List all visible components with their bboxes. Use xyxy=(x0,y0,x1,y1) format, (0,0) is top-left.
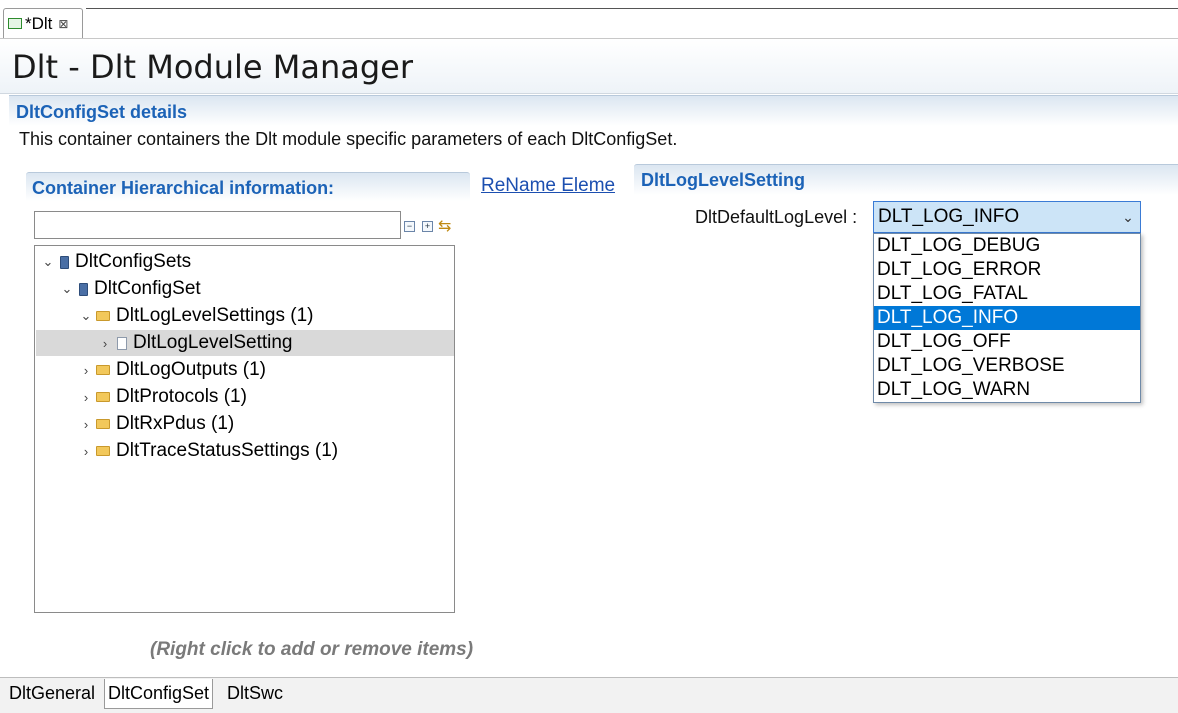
editor-tab-label: *Dlt xyxy=(25,13,53,33)
dropdown-option[interactable]: DLT_LOG_DEBUG xyxy=(874,234,1140,258)
section-description: This container containers the Dlt module… xyxy=(19,129,678,149)
tree-node-selected[interactable]: › DltLogLevelSetting xyxy=(36,330,454,356)
detail-title: DltLogLevelSetting xyxy=(641,170,806,190)
tree-node-label: DltConfigSet xyxy=(94,278,201,299)
page-title: Dlt - Dlt Module Manager xyxy=(12,48,414,86)
close-icon[interactable]: ⊠ xyxy=(58,17,68,31)
chevron-right-icon[interactable]: › xyxy=(78,390,94,405)
collapse-all-icon[interactable]: − xyxy=(404,221,415,232)
dropdown-option[interactable]: DLT_LOG_ERROR xyxy=(874,258,1140,282)
tree-hint: (Right click to add or remove items) xyxy=(150,639,474,660)
dropdown-option[interactable]: DLT_LOG_OFF xyxy=(874,330,1140,354)
tab-dltconfigset[interactable]: DltConfigSet xyxy=(104,679,214,709)
tree-node[interactable]: › DltLogOutputs (1) xyxy=(78,357,266,383)
rename-element-link[interactable]: ReName Elemen xyxy=(481,175,615,197)
chevron-right-icon[interactable]: › xyxy=(78,363,94,378)
chevron-right-icon[interactable]: › xyxy=(97,336,113,351)
tree-node-label: DltLogLevelSettings (1) xyxy=(116,305,314,326)
default-log-level-label: DltDefaultLogLevel : xyxy=(695,207,858,227)
expand-all-icon[interactable]: + xyxy=(422,221,433,232)
section-title: DltConfigSet details xyxy=(16,102,188,122)
chevron-down-icon[interactable]: ⌄ xyxy=(40,254,56,270)
dropdown-option-highlighted[interactable]: DLT_LOG_INFO xyxy=(874,306,1140,330)
module-icon xyxy=(60,255,69,269)
folder-icon xyxy=(96,311,110,321)
folder-icon xyxy=(96,365,110,375)
tree-node-label: DltProtocols (1) xyxy=(116,386,247,407)
combo-value: DLT_LOG_INFO xyxy=(878,206,1020,227)
dropdown-option[interactable]: DLT_LOG_FATAL xyxy=(874,282,1140,306)
tab-dltswc[interactable]: DltSwc xyxy=(224,679,286,707)
file-icon xyxy=(8,18,22,29)
tab-strip-border xyxy=(86,8,1146,9)
tree-node-label: DltRxPdus (1) xyxy=(116,413,235,434)
chevron-down-icon[interactable]: ⌄ xyxy=(1116,209,1140,226)
tab-dltgeneral[interactable]: DltGeneral xyxy=(6,679,98,707)
hierarchy-header: Container Hierarchical information: xyxy=(26,172,470,201)
chevron-down-icon[interactable]: ⌄ xyxy=(78,308,94,324)
log-level-dropdown-list[interactable]: DLT_LOG_DEBUG DLT_LOG_ERROR DLT_LOG_FATA… xyxy=(873,233,1141,403)
tree-node-label: DltConfigSets xyxy=(75,251,192,272)
link-editor-icon[interactable]: ⇆ xyxy=(438,216,451,236)
document-icon xyxy=(117,336,127,350)
hierarchy-title: Container Hierarchical information: xyxy=(32,178,335,198)
tree-node[interactable]: › DltProtocols (1) xyxy=(78,384,247,410)
default-log-level-combo[interactable]: DLT_LOG_INFO ⌄ xyxy=(873,201,1141,233)
detail-header: DltLogLevelSetting xyxy=(634,164,1178,195)
tree-node[interactable]: › DltRxPdus (1) xyxy=(78,411,234,437)
container-tree[interactable]: ⌄ DltConfigSets ⌄ DltConfigSet ⌄ DltLogL… xyxy=(34,245,455,613)
module-icon xyxy=(79,282,88,296)
chevron-down-icon[interactable]: ⌄ xyxy=(59,281,75,297)
chevron-right-icon[interactable]: › xyxy=(78,417,94,432)
tree-node[interactable]: ⌄ DltConfigSet xyxy=(59,276,201,302)
dropdown-option[interactable]: DLT_LOG_VERBOSE xyxy=(874,354,1140,378)
page-header: Dlt - Dlt Module Manager xyxy=(0,39,1178,94)
page-tab-strip: DltGeneral DltConfigSet DltSwc xyxy=(0,677,1178,713)
tree-node-label: DltLogOutputs (1) xyxy=(116,359,266,380)
tree-node[interactable]: ⌄ DltLogLevelSettings (1) xyxy=(78,303,314,329)
tree-filter-input[interactable] xyxy=(34,211,401,239)
dropdown-option[interactable]: DLT_LOG_WARN xyxy=(874,378,1140,402)
section-header: DltConfigSet details xyxy=(9,95,1178,126)
editor-tab-strip: *Dlt ⊠ xyxy=(0,0,1178,39)
tree-node-label: DltLogLevelSetting xyxy=(133,332,293,353)
folder-icon xyxy=(96,419,110,429)
tree-node[interactable]: › DltTraceStatusSettings (1) xyxy=(78,438,338,464)
chevron-right-icon[interactable]: › xyxy=(78,444,94,459)
folder-icon xyxy=(96,392,110,402)
tab-strip-border-right xyxy=(1146,8,1178,9)
tree-node-label: DltTraceStatusSettings (1) xyxy=(116,440,339,461)
editor-tab-dlt[interactable]: *Dlt ⊠ xyxy=(3,8,83,38)
tree-node[interactable]: ⌄ DltConfigSets xyxy=(40,249,192,275)
folder-icon xyxy=(96,446,110,456)
